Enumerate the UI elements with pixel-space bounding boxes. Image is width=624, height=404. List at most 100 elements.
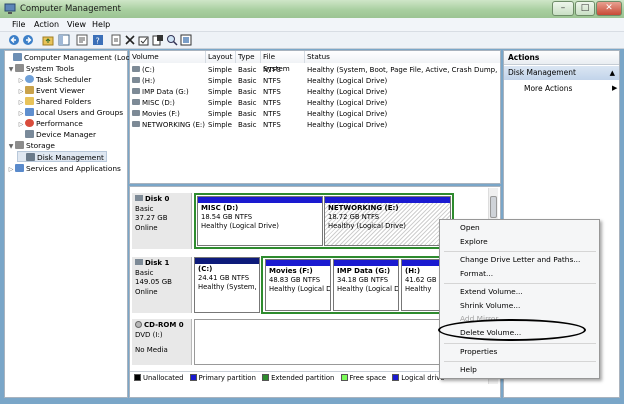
col-volume[interactable]: Volume <box>130 51 206 63</box>
menu-action[interactable]: Action <box>34 20 59 29</box>
minimize-button[interactable]: – <box>552 1 574 16</box>
tree-item-disk-management[interactable]: Disk Management <box>17 151 107 162</box>
export-icon <box>152 35 163 46</box>
volume-cell: Basic <box>238 77 257 85</box>
volume-cell: Simple <box>208 77 232 85</box>
partition-movies-f[interactable]: Movies (F:) 48.83 GB NTFS Healthy (Logical… <box>265 259 331 311</box>
col-type[interactable]: Type <box>236 51 261 63</box>
volume-cell: Healthy (System, Boot, Page File, Active… <box>307 66 501 74</box>
volume-cell: NTFS <box>263 121 281 129</box>
maximize-button[interactable]: □ <box>575 1 595 16</box>
tree-item-performance[interactable]: ▷ Performance <box>17 118 83 129</box>
volume-cell[interactable]: MISC (D:) <box>132 98 205 108</box>
collapse-icon[interactable]: ▼ <box>7 64 15 75</box>
export-button[interactable] <box>152 34 164 46</box>
tree-item-system-tools[interactable]: ▼ System Tools <box>7 63 74 74</box>
tree-item-shared-folders[interactable]: ▷ Shared Folders <box>17 96 91 107</box>
folder-up-icon <box>42 36 54 46</box>
view-button[interactable] <box>180 34 192 46</box>
performance-icon <box>25 119 34 127</box>
volume-cell[interactable]: Movies (F:) <box>132 109 205 119</box>
volume-cell: Basic <box>238 110 257 118</box>
menu-view[interactable]: View <box>67 20 86 29</box>
col-file-system[interactable]: File System <box>261 51 305 73</box>
volume-cell[interactable]: (C:) <box>132 65 205 75</box>
cdrom-0-label[interactable]: CD-ROM 0 DVD (I:) No Media <box>132 319 192 365</box>
ctx-explore[interactable]: Explore <box>460 237 488 247</box>
search-button[interactable] <box>166 34 178 46</box>
drive-icon <box>132 110 140 116</box>
tree-item-computer-management[interactable]: Computer Management (Local) <box>5 52 139 63</box>
legend-extended-swatch <box>262 374 270 381</box>
expand-icon[interactable]: ▷ <box>7 164 15 175</box>
drive-icon <box>132 88 140 94</box>
scrollbar-thumb[interactable] <box>490 196 497 218</box>
forward-button[interactable] <box>22 34 34 46</box>
volume-cell[interactable]: NETWORKING (E:) <box>132 120 205 130</box>
volume-cell: Basic <box>238 88 257 96</box>
volume-cell: Basic <box>238 99 257 107</box>
drive-icon <box>132 66 140 72</box>
show-hide-tree-button[interactable] <box>58 34 70 46</box>
collapse-icon[interactable]: ▼ <box>7 141 15 152</box>
close-button[interactable]: ✕ <box>596 1 622 16</box>
ctx-shrink-volume[interactable]: Shrink Volume... <box>460 301 520 311</box>
tree-item-services-and-applications[interactable]: ▷ Services and Applications <box>7 163 121 174</box>
volume-cell: Healthy (Logical Drive) <box>307 88 388 96</box>
disk-icon <box>135 259 143 265</box>
partition-misc-d[interactable]: MISC (D:) 18.54 GB NTFS Healthy (Logical D… <box>197 196 323 246</box>
volume-cell[interactable]: (H:) <box>132 76 205 86</box>
tree-item-local-users[interactable]: ▷ Local Users and Groups <box>17 107 123 118</box>
ctx-extend-volume[interactable]: Extend Volume... <box>460 287 523 297</box>
ctx-help[interactable]: Help <box>460 365 477 375</box>
partition-imp-data-g[interactable]: IMP Data (G:) 34.18 GB NTFS Healthy (Logic… <box>333 259 399 311</box>
highlight-oval-annotation <box>438 319 586 341</box>
ctx-separator <box>444 343 596 344</box>
partition-c[interactable]: (C:) 24.41 GB NTFS Healthy (System, <box>194 257 260 313</box>
event-viewer-icon <box>25 86 34 94</box>
col-layout[interactable]: Layout <box>206 51 236 63</box>
device-manager-icon <box>25 130 34 138</box>
tools-icon <box>15 64 24 72</box>
ctx-open[interactable]: Open <box>460 223 480 233</box>
actions-section-disk-management[interactable]: Disk Management ▲ <box>504 66 619 80</box>
help-button[interactable]: ? <box>92 34 104 46</box>
storage-icon <box>15 141 24 149</box>
ctx-format[interactable]: Format... <box>460 269 493 279</box>
submenu-arrow-icon: ▶ <box>612 84 618 92</box>
volume-context-menu: Open Explore Change Drive Letter and Pat… <box>439 219 600 379</box>
users-icon <box>25 108 34 116</box>
forward-arrow-icon <box>23 35 33 45</box>
delete-button[interactable] <box>124 34 136 46</box>
tree-item-device-manager[interactable]: Device Manager <box>17 129 96 140</box>
disk-icon <box>135 195 143 201</box>
menu-help[interactable]: Help <box>92 20 110 29</box>
back-button[interactable] <box>8 34 20 46</box>
tree-item-storage[interactable]: ▼ Storage <box>7 140 55 151</box>
drive-icon <box>132 121 140 127</box>
more-actions-link[interactable]: More Actions <box>524 84 572 93</box>
minimize-icon: – <box>560 3 566 13</box>
disk-1-label[interactable]: Disk 1 Basic 149.05 GB Online <box>132 257 192 313</box>
col-status[interactable]: Status <box>305 51 500 63</box>
disk-0-label[interactable]: Disk 0 Basic 37.27 GB Online <box>132 193 192 249</box>
volume-cell: Basic <box>238 121 257 129</box>
ctx-properties[interactable]: Properties <box>460 347 497 357</box>
menu-file[interactable]: File <box>12 20 25 29</box>
tree-item-task-scheduler[interactable]: ▷ Task Scheduler <box>17 74 91 85</box>
tree-item-event-viewer[interactable]: ▷ Event Viewer <box>17 85 85 96</box>
ctx-change-drive-letter[interactable]: Change Drive Letter and Paths... <box>460 255 580 265</box>
actions-header: Actions <box>504 51 619 65</box>
legend-primary-swatch <box>189 374 197 381</box>
new-button[interactable] <box>138 34 150 46</box>
refresh-button[interactable] <box>110 34 122 46</box>
volume-cell[interactable]: IMP Data (G:) <box>132 87 205 97</box>
collapse-up-icon[interactable]: ▲ <box>610 66 615 80</box>
delete-x-icon <box>125 35 135 45</box>
partition-networking-e[interactable]: NETWORKING (E:) 18.72 GB NTFS Healthy (Log… <box>324 196 451 246</box>
menu-bar: File Action View Help <box>0 18 624 32</box>
clock-icon <box>25 75 34 83</box>
up-button[interactable] <box>42 34 54 46</box>
volume-cell: Healthy (Logical Drive) <box>307 110 388 118</box>
properties-button[interactable] <box>76 34 88 46</box>
